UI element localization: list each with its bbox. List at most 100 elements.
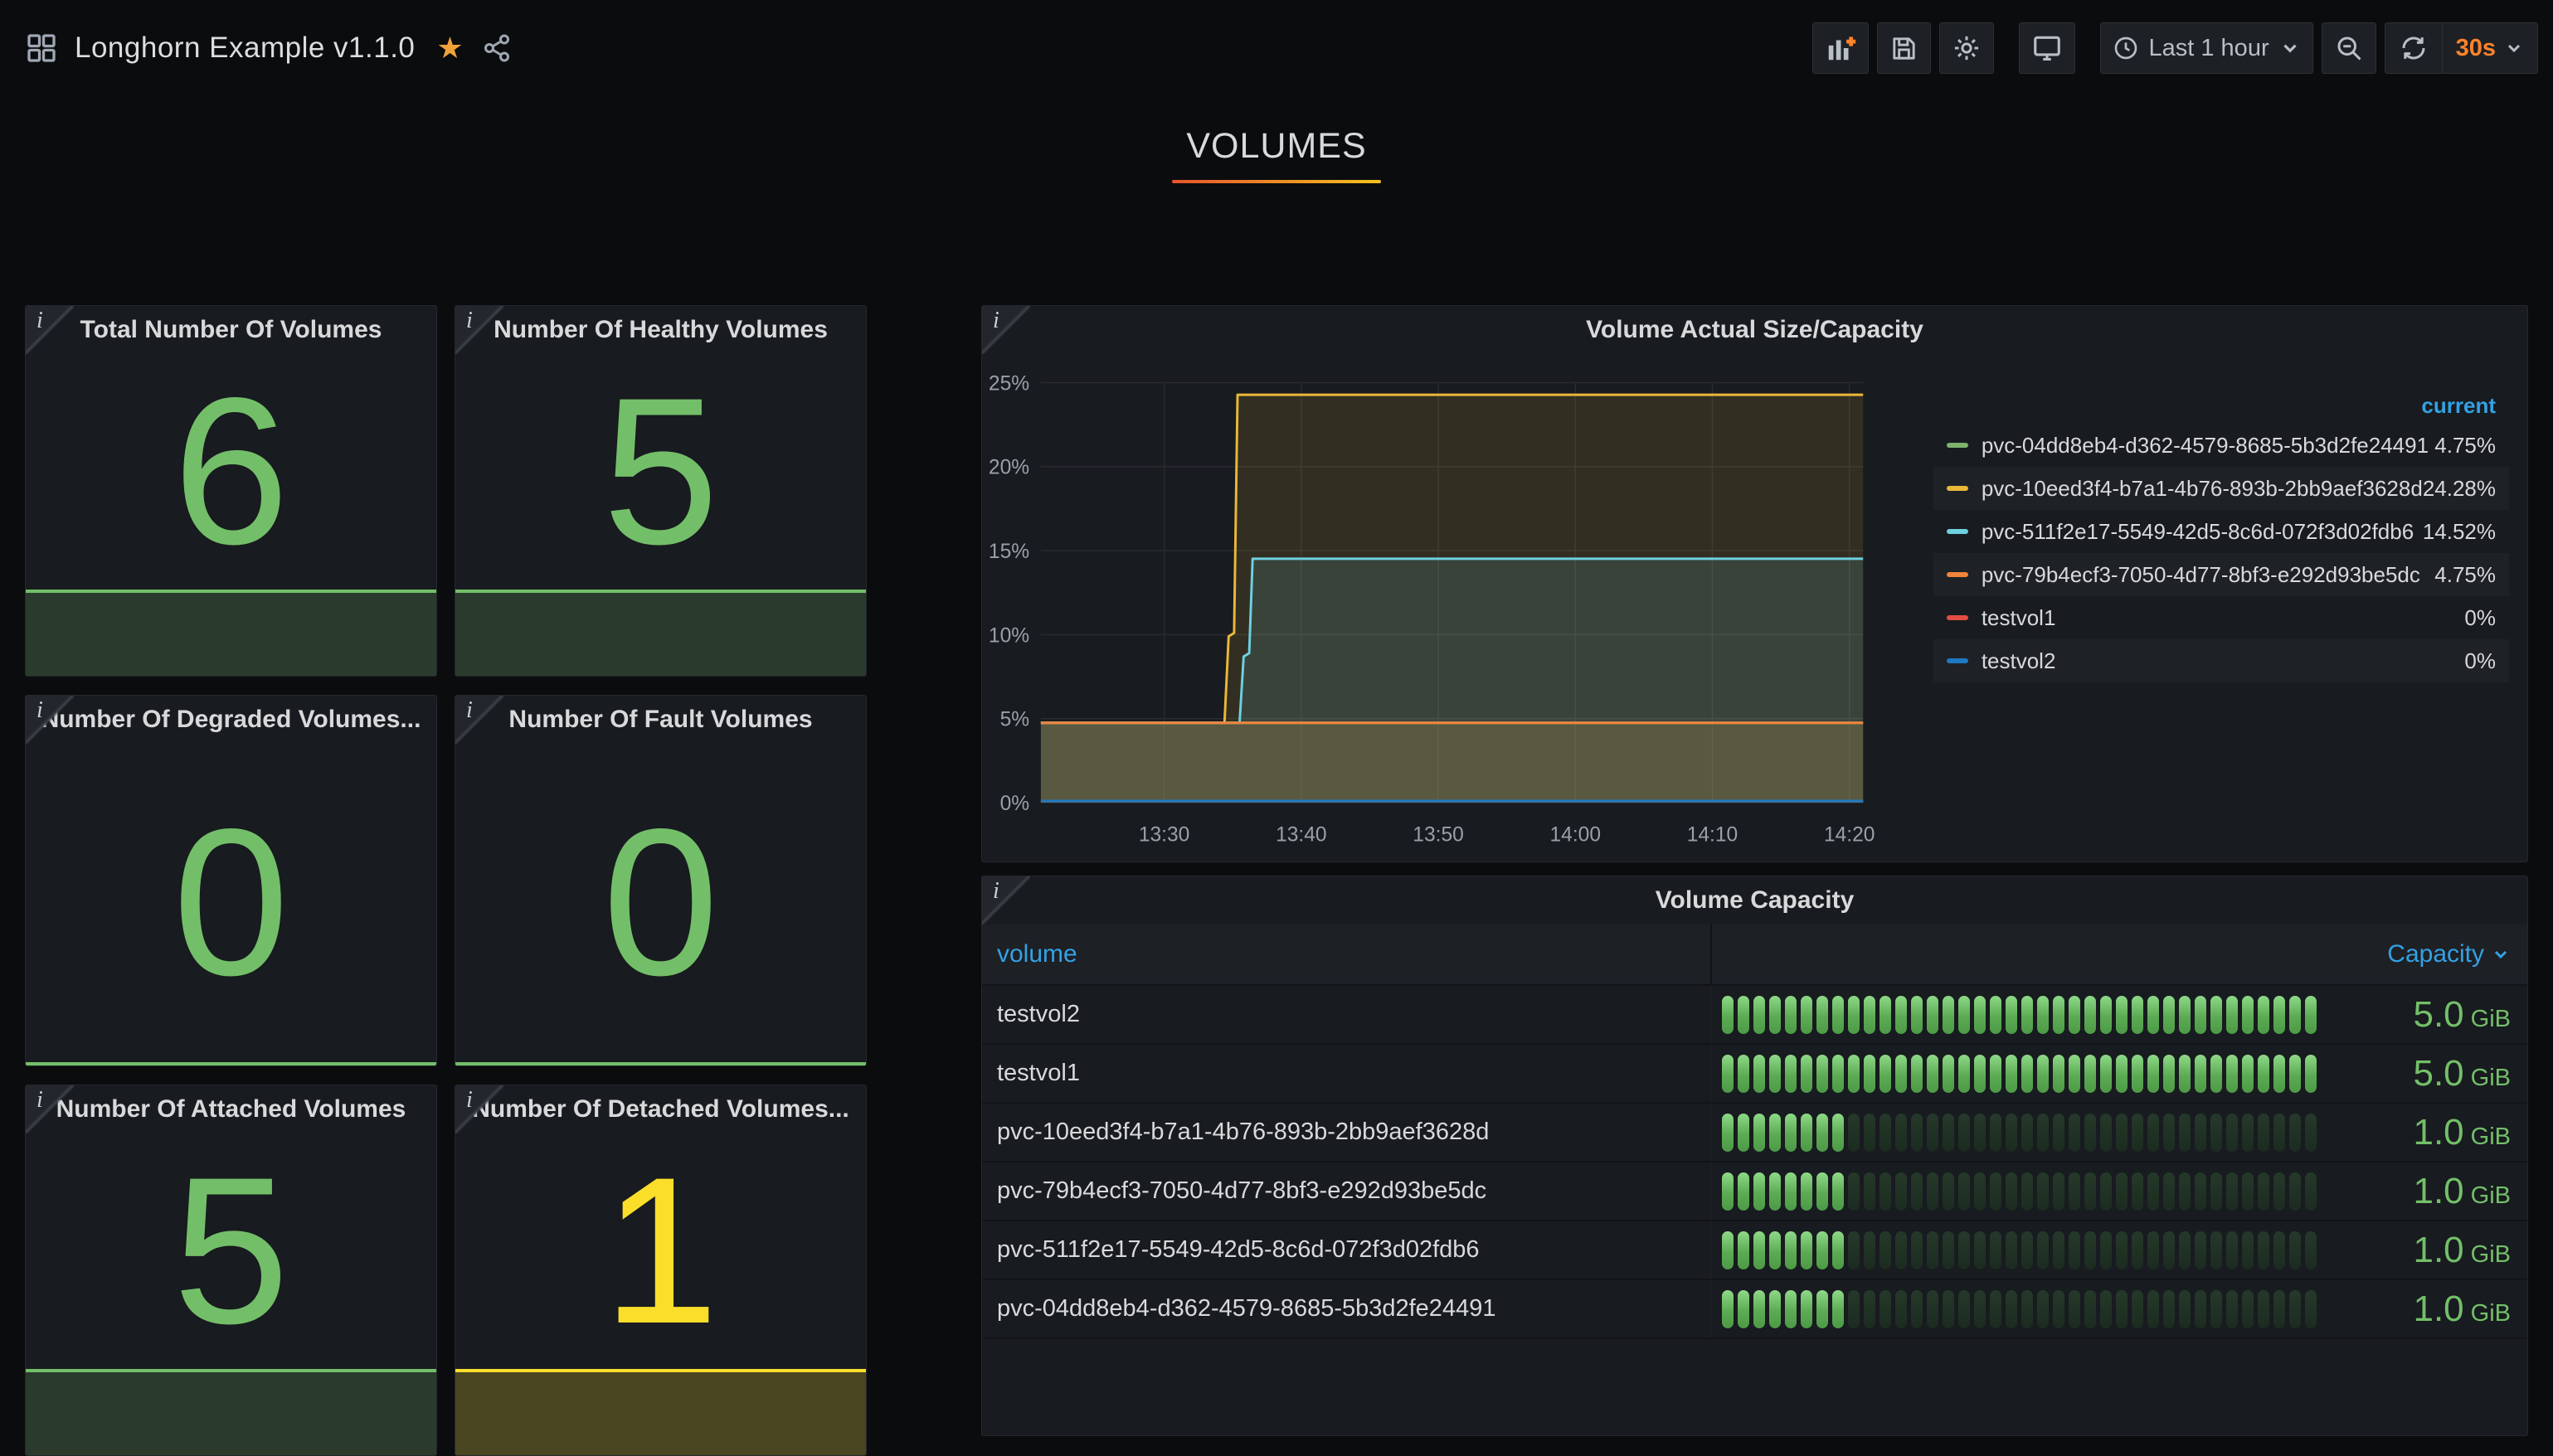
table-panel-title[interactable]: Volume Capacity [982, 876, 2527, 925]
y-axis-tick-label: 10% [989, 624, 1029, 647]
gauge-cell [2179, 1055, 2191, 1093]
x-axis-tick-label: 13:30 [1139, 823, 1190, 846]
gauge-cell [2116, 1172, 2128, 1211]
stat-panel-title[interactable]: Number Of Detached Volumes... [455, 1085, 866, 1133]
gauge-cell [1769, 1114, 1781, 1152]
capacity-header-label: Capacity [2387, 940, 2484, 968]
legend-series-name[interactable]: testvol2 [1982, 648, 2465, 674]
gauge-cell [1753, 1172, 1765, 1211]
gauge-cell [1848, 1055, 1860, 1093]
volume-size-chart[interactable]: 0%5%10%15%20%25%13:3013:4013:5014:0014:1… [987, 354, 1933, 861]
legend-series-name[interactable]: testvol1 [1982, 605, 2465, 631]
navbar: Longhorn Example v1.1.0 ★ [0, 0, 2553, 96]
gauge-cell [2100, 996, 2112, 1034]
panel-info-corner[interactable]: i [455, 1085, 503, 1133]
refresh-group: 30s [2385, 22, 2538, 74]
gauge-cell [2053, 996, 2064, 1034]
gauge-cell [2289, 1231, 2301, 1269]
stat-panel-title[interactable]: Total Number Of Volumes [26, 306, 436, 354]
gauge-cell [1895, 1055, 1907, 1093]
panel-info-corner[interactable]: i [455, 696, 503, 744]
panel-info-corner[interactable]: i [455, 306, 503, 354]
gauge-cell [2289, 1172, 2301, 1211]
gauge-cell [2069, 1172, 2080, 1211]
save-icon [1889, 34, 1918, 63]
gauge-cell [2053, 1231, 2064, 1269]
gauge-cell [1722, 996, 1734, 1034]
capacity-value-cell: 5.0GiB [2370, 994, 2527, 1036]
legend-series-name[interactable]: pvc-79b4ecf3-7050-4d77-8bf3-e292d93be5dc [1982, 562, 2434, 588]
gauge-cell [1816, 1172, 1828, 1211]
gauge-cell [2037, 1290, 2049, 1328]
gauge-cell [1801, 1055, 1812, 1093]
gauge-cell [2021, 1055, 2033, 1093]
stat-panel-title[interactable]: Number Of Attached Volumes [26, 1085, 436, 1133]
chart-series-fill [1041, 723, 1863, 803]
panel-info-corner[interactable]: i [26, 306, 74, 354]
gauge-cell [1864, 1055, 1875, 1093]
row-title[interactable]: VOLUMES [0, 126, 2553, 167]
dashboard-title[interactable]: Longhorn Example v1.1.0 [75, 32, 415, 65]
gauge-cell [2226, 1055, 2238, 1093]
legend-series-name[interactable]: pvc-04dd8eb4-d362-4579-8685-5b3d2fe24491 [1982, 433, 2434, 459]
column-header-volume[interactable]: volume [982, 925, 1712, 984]
stat-panel-title[interactable]: Number Of Fault Volumes [455, 696, 866, 744]
gauge-cell [1958, 1172, 1970, 1211]
legend-current-value: 24.28% [2423, 476, 2496, 502]
gauge-cell [1895, 1114, 1907, 1152]
gauge-cell [1958, 1231, 1970, 1269]
gauge-cell [2289, 1055, 2301, 1093]
gauge-cell [1816, 1055, 1828, 1093]
table-row: testvol15.0GiB [982, 1045, 2527, 1104]
favorite-star-icon[interactable]: ★ [436, 33, 463, 63]
share-icon[interactable] [482, 33, 512, 63]
gauge-cell [1895, 1290, 1907, 1328]
gauge-cell [1722, 1114, 1734, 1152]
refresh-interval-button[interactable]: 30s [2442, 23, 2537, 73]
gauge-cell [2226, 1231, 2238, 1269]
capacity-number: 5.0 [2413, 1053, 2463, 1094]
refresh-button[interactable] [2385, 23, 2442, 73]
gauge-cell [1927, 1231, 1938, 1269]
gauge-cell [1911, 1231, 1923, 1269]
gauge-cell [2021, 1231, 2033, 1269]
stat-panel-title[interactable]: Number Of Degraded Volumes... [26, 696, 436, 744]
gauge-cell [1753, 1231, 1765, 1269]
column-header-capacity[interactable]: Capacity [1712, 940, 2527, 968]
panel-info-corner[interactable]: i [26, 1085, 74, 1133]
gauge-cell [2147, 1231, 2159, 1269]
gauge-cell [1943, 1114, 1954, 1152]
cycle-view-mode-button[interactable] [2019, 22, 2075, 74]
gauge-cell [1879, 996, 1891, 1034]
legend-series-name[interactable]: pvc-10eed3f4-b7a1-4b76-893b-2bb9aef3628d [1982, 476, 2423, 502]
gauge-cell [2305, 1172, 2317, 1211]
gauge-cell [1864, 1172, 1875, 1211]
legend-series-name[interactable]: pvc-511f2e17-5549-42d5-8c6d-072f3d02fdb6 [1982, 519, 2423, 545]
add-panel-button[interactable] [1812, 22, 1869, 74]
zoom-out-button[interactable] [2322, 22, 2376, 74]
gauge-cell [1911, 1172, 1923, 1211]
gauge-cell [1848, 1172, 1860, 1211]
gauge-cell [2116, 1055, 2128, 1093]
dashboard-settings-button[interactable] [1939, 22, 1994, 74]
gauge-cell [1816, 1114, 1828, 1152]
save-dashboard-button[interactable] [1877, 22, 1931, 74]
legend-swatch [1947, 572, 1968, 577]
stat-value: 0 [602, 803, 718, 1002]
gauge-cell [1990, 996, 2001, 1034]
chart-panel-title[interactable]: Volume Actual Size/Capacity [982, 306, 2527, 354]
gauge-cell [1990, 1231, 2001, 1269]
navbar-toolbar: Last 1 hour 30s [1804, 22, 2539, 74]
stat-value-area: 5 [455, 354, 866, 590]
volume-name-cell: testvol1 [982, 1045, 1712, 1102]
gauge-cell [2053, 1290, 2064, 1328]
panel-info-corner[interactable]: i [982, 306, 1030, 354]
stat-panel-title[interactable]: Number Of Healthy Volumes [455, 306, 866, 354]
gauge-cell [2084, 1290, 2096, 1328]
legend-current-header[interactable]: current [1933, 387, 2509, 424]
panel-info-corner[interactable]: i [26, 696, 74, 744]
gauge-cell [2100, 1114, 2112, 1152]
panel-info-corner[interactable]: i [982, 876, 1030, 925]
dashboard-grid-icon[interactable] [25, 32, 58, 65]
time-range-picker[interactable]: Last 1 hour [2100, 22, 2313, 74]
